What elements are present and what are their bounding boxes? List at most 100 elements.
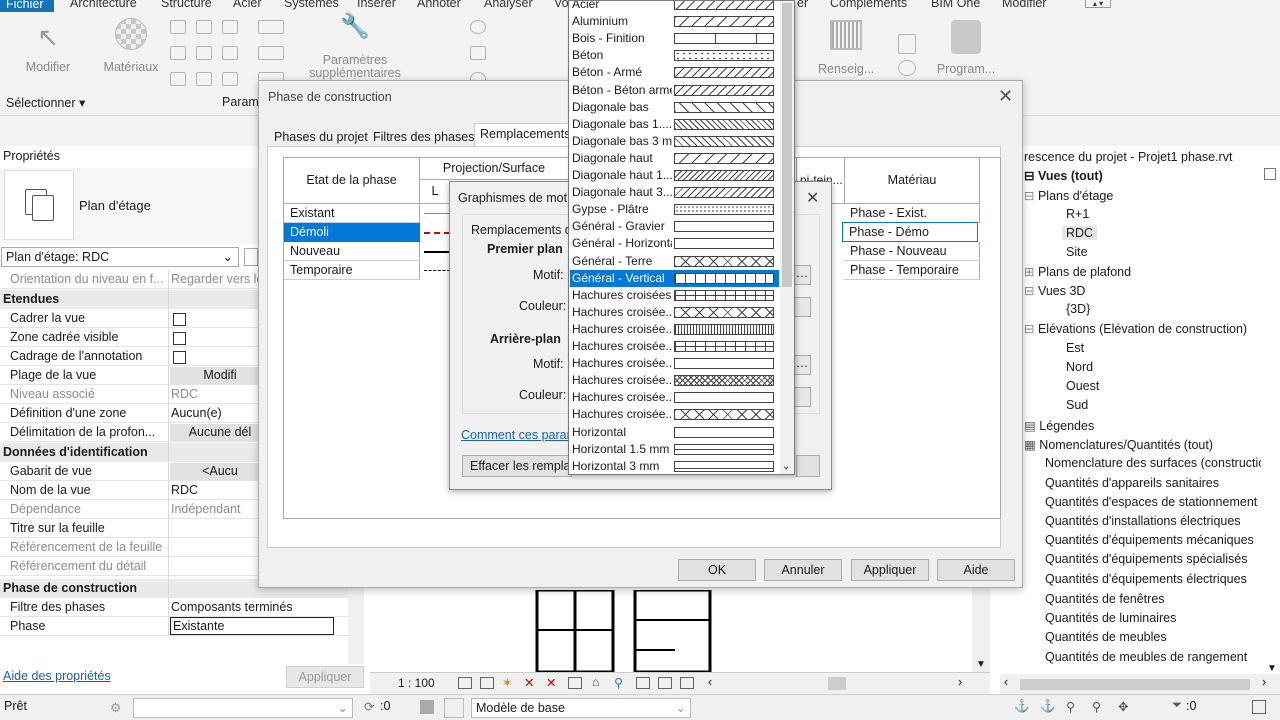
tree-schedule-windows[interactable]: Quantités de fenêtres <box>1045 592 1165 606</box>
ok-button[interactable]: OK <box>678 559 756 581</box>
pattern-option[interactable]: Hachures croisée... <box>570 372 779 389</box>
tree-floor-plans[interactable]: ⊟ Plans d'étage <box>1024 188 1113 203</box>
tab-structure[interactable]: Structure <box>161 0 212 10</box>
structural-settings-icon[interactable] <box>258 20 284 34</box>
pattern-option[interactable]: Béton - Armé <box>570 64 779 81</box>
fg-pattern-more-button[interactable]: … <box>793 265 811 285</box>
tab-complements[interactable]: Compléments <box>830 0 907 10</box>
material-existant[interactable]: Phase - Exist. <box>844 204 980 223</box>
pattern-option[interactable]: Général - Vertical <box>570 269 779 287</box>
tab-acier[interactable]: Acier <box>233 0 261 10</box>
pattern-option[interactable]: Général - Terre <box>570 253 779 270</box>
bg-pattern-more-button[interactable]: … <box>793 355 811 375</box>
tree-schedule-lighting[interactable]: Quantités de luminaires <box>1045 611 1176 625</box>
tree-schedule-electrical-installations[interactable]: Quantités d'installations électriques <box>1045 514 1241 528</box>
scroll-left-icon[interactable]: ‹ <box>708 675 712 689</box>
pattern-option[interactable]: Horizontal <box>570 424 779 441</box>
tree-sud[interactable]: Sud <box>1066 398 1088 412</box>
pattern-option[interactable]: Diagonale bas 3 mm <box>570 133 779 150</box>
type-selector[interactable]: Plan d'étage <box>0 168 260 244</box>
tab-bim-one[interactable]: BIM One <box>931 0 980 10</box>
pattern-option[interactable]: Acier <box>570 1 779 13</box>
graphics-dialog-close-icon[interactable]: ✕ <box>806 188 819 208</box>
detail-level-icon[interactable] <box>458 677 472 689</box>
view-template-button[interactable]: <Aucu <box>170 463 270 480</box>
model-selector[interactable]: Modèle de base ⌄ <box>471 698 691 718</box>
bim-tool-icon[interactable] <box>898 34 916 54</box>
phase-row-nouveau[interactable]: Nouveau <box>284 242 420 261</box>
tab-inserer[interactable]: Insérer <box>357 0 396 10</box>
material-demoli[interactable]: Phase - Démo <box>842 222 978 242</box>
tree-schedule-surfaces[interactable]: Nomenclature des surfaces (constructio <box>1045 456 1261 470</box>
tree-nord[interactable]: Nord <box>1066 360 1093 374</box>
scroll-down-icon[interactable]: ⌄ <box>782 461 790 472</box>
collapse-icon[interactable]: ⊟ <box>1024 189 1038 203</box>
pattern-option[interactable]: Hachures croisées <box>570 287 779 304</box>
tree-schedule-parking[interactable]: Quantités d'espaces de stationnement <box>1045 495 1257 509</box>
select-pinned-icon[interactable]: ⚲ <box>1066 699 1075 714</box>
pattern-option[interactable]: Aluminium <box>570 13 779 30</box>
design-options-icon[interactable] <box>420 700 434 714</box>
renseig-button[interactable]: Renseig... <box>818 20 874 76</box>
view-scale[interactable]: 1 : 100 <box>398 676 435 690</box>
shadows-icon[interactable]: ✕ <box>524 675 534 690</box>
tab-modifier[interactable]: Modifier <box>1002 0 1046 10</box>
pattern-option[interactable]: Diagonale haut 1... <box>570 167 779 184</box>
additional-settings-button[interactable]: 🔧 Paramètres supplémentaires <box>300 15 410 80</box>
project-info-icon[interactable] <box>222 20 238 34</box>
tab-analyser[interactable]: Analyser <box>484 0 533 10</box>
apply-button[interactable]: Appliquer <box>851 559 929 581</box>
project-units-icon[interactable] <box>222 72 238 86</box>
browser-vscroll[interactable]: ▼ <box>1264 186 1280 676</box>
sun-path-icon[interactable]: ✶ <box>502 675 512 690</box>
fg-color-button[interactable] <box>793 297 811 317</box>
hscroll-thumb[interactable] <box>1020 679 1250 690</box>
cancel-button[interactable]: Annuler <box>764 559 842 581</box>
pattern-option[interactable]: Diagonale bas 1.... <box>570 116 779 133</box>
phase-row-demoli[interactable]: Démoli <box>284 223 420 242</box>
object-styles-icon[interactable] <box>170 20 186 34</box>
crop-visible-checkbox[interactable] <box>173 332 186 345</box>
global-params-icon[interactable] <box>222 46 238 60</box>
show-crop-icon[interactable] <box>568 677 582 689</box>
transfer-standards-icon[interactable] <box>170 72 186 86</box>
view-range-button[interactable]: Modifi <box>170 367 270 384</box>
tree-schedules[interactable]: ▦ Nomenclatures/Quantités (tout) <box>1024 437 1213 452</box>
tab-architecture[interactable]: Architecture <box>70 0 137 10</box>
program-button[interactable]: Program... <box>934 20 998 76</box>
mep-settings-icon[interactable] <box>258 46 284 60</box>
scroll-down-icon[interactable]: ▼ <box>1267 663 1277 674</box>
pattern-option[interactable]: Hachures croisée... <box>570 304 779 321</box>
reveal-hidden-icon[interactable]: ⚲ <box>614 675 623 690</box>
depth-clipping-button[interactable]: Aucune dél <box>170 424 270 441</box>
tree-r1[interactable]: R+1 <box>1066 207 1089 221</box>
temp-hide-icon[interactable]: ⌂ <box>592 675 600 689</box>
edit-type-icon[interactable] <box>244 248 258 266</box>
collapse-icon[interactable]: ⊟ <box>1024 322 1038 336</box>
tree-3d[interactable]: {3D} <box>1066 302 1090 316</box>
pattern-option[interactable]: Général - Gravier <box>570 218 779 235</box>
worksets-icon[interactable]: ⚙ <box>110 700 121 715</box>
bim-tool-2-icon[interactable] <box>898 60 916 76</box>
pattern-dropdown-list[interactable]: Acier Aluminium Bois - Finition Béton Béton … <box>568 0 795 475</box>
browser-close-icon[interactable] <box>1264 168 1276 180</box>
tree-site[interactable]: Site <box>1066 245 1088 259</box>
scroll-left-icon[interactable]: ‹ <box>1004 675 1008 689</box>
purge-icon[interactable] <box>196 72 212 86</box>
select-panel-label[interactable]: Sélectionner ▾ <box>6 95 85 110</box>
collapse-icon[interactable]: ⊟ <box>1024 284 1038 298</box>
tree-est[interactable]: Est <box>1066 341 1084 355</box>
collapse-icon[interactable]: ⊟ <box>1024 169 1038 183</box>
crop-checkbox[interactable] <box>173 313 186 326</box>
project-params-icon[interactable] <box>170 46 186 60</box>
design-option-selector[interactable] <box>444 698 464 718</box>
graphics-ok-button[interactable] <box>796 455 820 477</box>
pattern-option[interactable]: Diagonale haut <box>570 150 779 167</box>
pattern-option[interactable]: Béton <box>570 47 779 64</box>
shared-params-icon[interactable] <box>196 46 212 60</box>
tree-schedule-sanitary[interactable]: Quantités d'appareils sanitaires <box>1045 476 1219 490</box>
clear-overrides-button[interactable]: Effacer les remplac <box>462 455 572 477</box>
scroll-right-icon[interactable]: › <box>1262 675 1266 689</box>
select-underlay-icon[interactable]: ⚓ <box>1040 699 1056 714</box>
help-params-link[interactable]: Comment ces parame <box>461 428 584 442</box>
